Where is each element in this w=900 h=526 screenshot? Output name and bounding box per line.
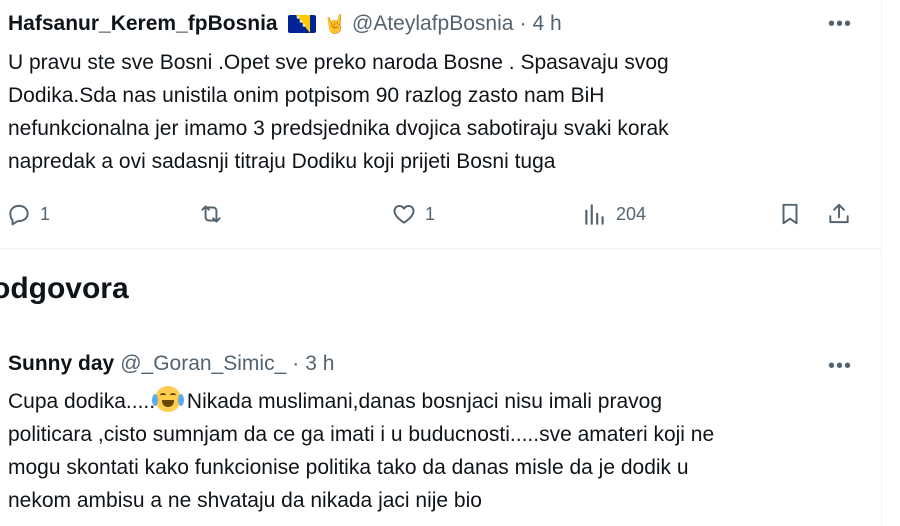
share-button[interactable]	[826, 196, 852, 232]
author-handle[interactable]: @AteylafpBosnia	[352, 12, 513, 36]
rock-hand-icon: 🤘	[323, 13, 347, 34]
like-icon	[393, 205, 415, 224]
author-name[interactable]: Hafsanur_Kerem_fpBosnia	[8, 12, 278, 36]
replies-heading: odgovora	[0, 272, 129, 305]
like-button[interactable]: 1	[391, 196, 435, 232]
timestamp[interactable]: 3 h	[305, 352, 334, 376]
more-options-icon[interactable]: •••	[822, 6, 858, 42]
repost-button[interactable]	[198, 196, 232, 232]
separator: ·	[292, 352, 300, 375]
like-count: 1	[425, 203, 436, 224]
share-icon	[829, 203, 849, 224]
bookmark-icon	[782, 203, 798, 225]
tweet-header: Hafsanur_Kerem_fpBosnia ★ ★ ★ 🤘 @Ateylaf…	[8, 11, 562, 37]
author-name[interactable]: Sunny day	[8, 352, 114, 376]
views-button[interactable]: 204	[582, 196, 646, 232]
tweet-text-start: Cupa dodika.....	[8, 390, 156, 413]
reply-count: 1	[40, 203, 51, 224]
separator: ·	[519, 12, 527, 35]
more-options-icon[interactable]: •••	[822, 348, 858, 384]
reply-icon	[9, 204, 29, 226]
views-icon	[585, 204, 604, 225]
tweet-text: Cupa dodika..... Nikada muslimani,danas …	[8, 385, 868, 517]
face-with-tears-of-joy-icon	[152, 386, 185, 412]
views-count: 204	[616, 203, 647, 224]
tweet-header: Sunny day @_Goran_Simic_ · 3 h	[8, 351, 334, 377]
tweet-actions: 1 1 204	[0, 196, 882, 232]
tweet-text: U pravu ste sve Bosni .Opet sve preko na…	[8, 51, 669, 173]
bookmark-button[interactable]	[777, 196, 803, 232]
timestamp[interactable]: 4 h	[532, 12, 561, 36]
author-handle[interactable]: @_Goran_Simic_	[120, 352, 286, 376]
reply-button[interactable]: 1	[6, 196, 50, 232]
repost-icon	[201, 205, 221, 223]
bosnia-flag-icon: ★ ★ ★	[287, 15, 316, 33]
